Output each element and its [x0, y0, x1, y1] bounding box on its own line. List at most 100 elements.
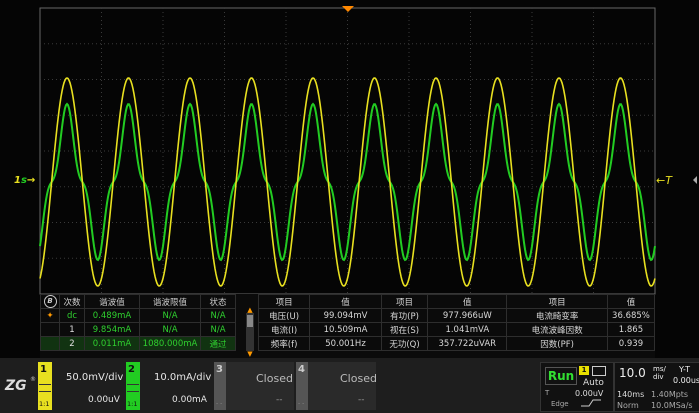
table-row[interactable]: 1 9.854mA N/A N/A — [40, 322, 236, 337]
ch4-tag[interactable]: 4 - - — [296, 362, 308, 410]
table-row: 电流(I) 10.509mA 视在(S) 1.041mVA 电流波峰因数 1.8… — [257, 322, 656, 337]
table-cell: 因数(PF) — [506, 336, 608, 351]
run-stop-button[interactable]: Run — [545, 367, 577, 385]
memory-depth: 1.40Mpts — [651, 390, 689, 399]
trigger-level-label: T — [665, 174, 672, 187]
ch1-probe-ratio: 1:1 — [39, 400, 50, 408]
row-pointer-icon: ✦ — [40, 308, 60, 323]
table-cell: dc — [59, 308, 85, 323]
value-header: 值 — [427, 294, 508, 309]
value-header: 值 — [309, 294, 382, 309]
ch2-amps-per-div[interactable]: 10.0mA/div — [154, 372, 211, 383]
table-cell: 电压(U) — [257, 308, 311, 323]
trigger-mode[interactable]: Auto — [583, 378, 604, 388]
harmonic-header-row: B 次数 谐波值 谐波限值 状态 — [40, 294, 236, 309]
ch1-offset[interactable]: 0.00uV — [88, 395, 120, 405]
table-cell: 0.939 — [606, 336, 656, 351]
trigger-panel[interactable]: Run 1 Auto T 0.00uV Edge — [540, 362, 614, 412]
ch1-volts-per-div[interactable]: 50.0mV/div — [66, 372, 123, 383]
ch3-status: Closed — [256, 372, 293, 385]
table-cell: N/A — [200, 322, 236, 337]
time-per-div[interactable]: 10.0 — [619, 366, 646, 380]
ch3-tag[interactable]: 3 - - — [214, 362, 226, 410]
table-cell: 357.722uVAR — [427, 336, 508, 351]
harmonic-table: B 次数 谐波值 谐波限值 状态 ✦ dc 0.489mA N/A N/A 1 … — [40, 294, 236, 351]
time-unit-top: ms/ — [653, 365, 666, 373]
table-cell: N/A — [139, 322, 201, 337]
table-cell: N/A — [139, 308, 201, 323]
ch1-tag[interactable]: 1 1:1 — [38, 362, 52, 410]
ch1-marker-label: 1 — [14, 175, 21, 186]
table-cell: 通过 — [200, 336, 236, 351]
sample-rate: 10.0MSa/s — [651, 401, 693, 410]
ch1-ground-marker[interactable]: 1s→ — [14, 175, 35, 186]
table-row[interactable]: ✦ dc 0.489mA N/A N/A — [40, 308, 236, 323]
table-cell: 电流畸变率 — [506, 308, 608, 323]
ch2-number: 2 — [128, 364, 135, 375]
ch3-number: 3 — [216, 364, 223, 375]
acquisition-mode[interactable]: Norm — [617, 401, 639, 410]
trigger-coupling-icon — [592, 366, 606, 376]
item-header: 项目 — [380, 294, 429, 309]
table-cell: 1.041mVA — [427, 322, 508, 337]
table-cell: 视在(S) — [380, 322, 429, 337]
time-unit-bottom: div — [653, 373, 664, 381]
table-row[interactable]: 2 0.011mA 1080.000mA 通过 — [40, 336, 236, 351]
ch1-number: 1 — [40, 364, 47, 375]
table-cell: 1.865 — [606, 322, 656, 337]
trigger-type[interactable]: Edge — [551, 400, 569, 408]
table-row: 频率(f) 50.001Hz 无功(Q) 357.722uVAR 因数(PF) … — [257, 336, 656, 351]
b-badge-icon[interactable]: B — [43, 295, 57, 308]
scope-display: 1s→ ←T B 次数 谐波值 谐波限值 状态 ✦ dc 0.489mA N/A… — [0, 0, 699, 358]
dc-coupling-icon — [127, 384, 139, 392]
ch2-tag[interactable]: 2 1:1 — [126, 362, 140, 410]
horizontal-delay[interactable]: 0.00us — [673, 376, 699, 385]
table-cell: 50.001Hz — [309, 336, 382, 351]
table-cell: 9.854mA — [84, 322, 140, 337]
order-header: 次数 — [59, 294, 85, 309]
item-header: 项目 — [506, 294, 608, 309]
scrollbar-thumb[interactable] — [247, 315, 253, 327]
rising-edge-icon — [581, 399, 601, 407]
timebase-mode[interactable]: Y-T — [679, 365, 690, 374]
ch2-settings[interactable]: 2 1:1 10.0mA/div 0.00mA — [126, 362, 214, 410]
trigger-t-label: T — [545, 389, 550, 397]
right-edge-arrow — [693, 176, 697, 184]
measurement-panel: B 次数 谐波值 谐波限值 状态 ✦ dc 0.489mA N/A N/A 1 … — [40, 294, 656, 358]
ch4-offset: -- — [358, 395, 365, 405]
measure-header-row: 项目 值 项目 值 项目 值 — [257, 294, 656, 309]
table-cell: 977.966uW — [427, 308, 508, 323]
timebase-panel[interactable]: 10.0 ms/ div Y-T 0.00us 140ms 1.40Mpts N… — [614, 362, 699, 412]
table-cell: 0.011mA — [84, 336, 140, 351]
status-header: 状态 — [200, 294, 236, 309]
dc-coupling-icon — [39, 384, 51, 392]
power-measurement-table: 项目 值 项目 值 项目 值 电压(U) 99.094mV 有功(P) 977.… — [257, 294, 656, 351]
table-cell: 1 — [59, 322, 85, 337]
scroll-down-arrow-icon[interactable]: ▼ — [246, 351, 254, 358]
ch4-settings[interactable]: 4 - - Closed -- — [296, 362, 377, 410]
harmonic-value-header: 谐波值 — [84, 294, 140, 309]
table-cell: 36.685% — [606, 308, 656, 323]
ch3-settings[interactable]: 3 - - Closed -- — [214, 362, 294, 410]
harmonic-limit-header: 谐波限值 — [139, 294, 201, 309]
ch4-probe-ratio: - - — [298, 400, 305, 407]
ch1-settings[interactable]: 1 1:1 50.0mV/div 0.00uV — [38, 362, 126, 410]
ch4-status: Closed — [340, 372, 377, 385]
trigger-source[interactable]: 1 — [579, 366, 589, 375]
ch2-probe-ratio: 1:1 — [127, 400, 138, 408]
trigger-level[interactable]: 0.00uV — [575, 389, 603, 398]
value-header: 值 — [606, 294, 656, 309]
time-unit: ms/ div — [653, 365, 666, 381]
table-cell: 2 — [59, 336, 85, 351]
table-cell: 电流(I) — [257, 322, 311, 337]
trigger-level-marker[interactable]: ←T — [656, 174, 672, 187]
b-badge-cell[interactable]: B — [40, 294, 60, 309]
ch2-offset[interactable]: 0.00mA — [172, 395, 207, 405]
table-cell: 有功(P) — [380, 308, 429, 323]
table-cell: 99.094mV — [309, 308, 382, 323]
table-cell: 10.509mA — [309, 322, 382, 337]
table-cell: 电流波峰因数 — [506, 322, 608, 337]
ch3-probe-ratio: - - — [216, 400, 223, 407]
ch3-offset: -- — [276, 395, 283, 405]
table-cell: 0.489mA — [84, 308, 140, 323]
